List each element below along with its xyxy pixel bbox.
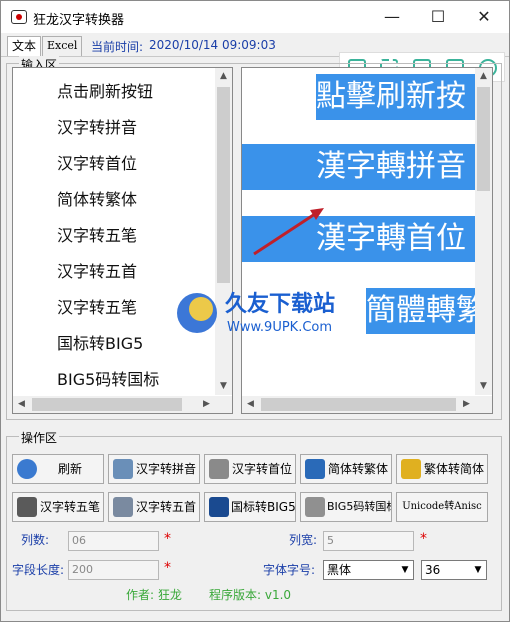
hanzi-to-wubi-button[interactable]: 汉字转五笔 (12, 492, 104, 522)
watermark-graphic: 久友下载站 Www.9UPK.Com (177, 291, 335, 335)
font-size-value: 36 (425, 563, 441, 577)
wubi-initial-icon (113, 497, 133, 517)
input-listbox[interactable]: 点击刷新按钮 汉字转拼音 汉字转首位 简体转繁体 汉字转五笔 汉字转五首 汉字转… (12, 67, 233, 414)
input-hscrollbar[interactable]: ◀ ▶ (13, 396, 232, 413)
minimize-icon[interactable]: — (369, 1, 415, 33)
refresh-icon (17, 459, 37, 479)
list-item[interactable]: 简体转繁体 (57, 186, 137, 210)
list-item[interactable]: BIG5码转国标 (57, 366, 159, 390)
font-size-select[interactable]: 36 ▼ (421, 560, 487, 580)
list-item[interactable]: 点击刷新按钮 (57, 78, 153, 102)
scroll-right-icon[interactable]: ▶ (198, 396, 215, 413)
tab-excel[interactable]: Excel (42, 36, 83, 56)
scroll-thumb[interactable] (217, 87, 230, 283)
col-width-label: 列宽: (289, 533, 318, 547)
big5-to-gb-button[interactable]: BIG5码转国标 (300, 492, 392, 522)
svg-text:久友下载站: 久友下载站 (225, 291, 335, 317)
document-icon (305, 459, 325, 479)
scroll-down-icon[interactable]: ▼ (475, 378, 492, 395)
scroll-thumb[interactable] (32, 398, 182, 411)
refresh-button[interactable]: 刷新 (12, 454, 104, 484)
preview-hscrollbar[interactable]: ◀ ▶ (242, 396, 492, 413)
big5-icon (305, 497, 325, 517)
tab-text[interactable]: 文本 (7, 36, 42, 56)
scroll-left-icon[interactable]: ◀ (13, 396, 30, 413)
required-mark: * (164, 531, 171, 547)
columns-field[interactable]: 06 (68, 531, 159, 551)
preview-vscrollbar[interactable]: ▲ ▼ (475, 68, 492, 395)
preview-line: 點擊刷新按 (316, 74, 476, 120)
wubi-icon (17, 497, 37, 517)
columns-label: 列数: (21, 533, 50, 547)
svg-text:Www.9UPK.Com: Www.9UPK.Com (227, 320, 332, 335)
scroll-thumb[interactable] (261, 398, 456, 411)
scroll-down-icon[interactable]: ▼ (215, 378, 232, 395)
pinyin-icon (113, 459, 133, 479)
field-length-field[interactable]: 200 (68, 560, 159, 580)
window-title: 狂龙汉字转换器 (33, 13, 125, 28)
output-preview[interactable]: 點擊刷新按 漢字轉拼音 漢字轉首位 簡體轉繁體 ▲ ▼ ◀ ▶ (241, 67, 493, 414)
list-item[interactable]: 汉字转五首 (57, 258, 137, 282)
close-icon[interactable]: ✕ (461, 1, 507, 33)
version-text: 程序版本: v1.0 (209, 588, 292, 602)
scroll-left-icon[interactable]: ◀ (242, 396, 259, 413)
hanzi-to-initial-button[interactable]: 汉字转首位 (204, 454, 296, 484)
simp-to-trad-button[interactable]: 简体转繁体 (300, 454, 392, 484)
input-vscrollbar[interactable]: ▲ ▼ (215, 68, 232, 395)
trad-to-simp-button[interactable]: 繁体转简体 (396, 454, 488, 484)
chevron-down-icon[interactable]: ▼ (470, 561, 486, 579)
ops-group-label: 操作区 (19, 429, 60, 446)
app-window: 狂龙汉字转换器 — ☐ ✕ 文本 Excel 当前时间: 2020/10/14 … (0, 0, 510, 622)
title-bar: 狂龙汉字转换器 — ☐ ✕ (1, 1, 509, 33)
field-length-label: 字段长度: (12, 563, 65, 577)
list-item[interactable]: 汉字转首位 (57, 150, 137, 174)
hanzi-to-wubi-initial-button[interactable]: 汉字转五首 (108, 492, 200, 522)
col-width-field[interactable]: 5 (323, 531, 414, 551)
list-item[interactable]: 汉字转拼音 (57, 114, 137, 138)
scroll-right-icon[interactable]: ▶ (458, 396, 475, 413)
font-name-select[interactable]: 黑体 ▼ (323, 560, 414, 580)
annotation-arrow (253, 208, 324, 256)
initial-icon (209, 459, 229, 479)
maximize-icon[interactable]: ☐ (415, 1, 461, 33)
preview-line: 漢字轉拼音 (242, 144, 476, 190)
list-item[interactable]: 国标转BIG5 (57, 330, 143, 354)
preview-line: 簡體轉繁體 (366, 288, 492, 334)
author-text: 作者: 狂龙 (126, 588, 182, 602)
chevron-down-icon[interactable]: ▼ (397, 561, 413, 579)
scroll-up-icon[interactable]: ▲ (475, 68, 492, 85)
gb-to-big5-button[interactable]: 国标转BIG5 (204, 492, 296, 522)
watermark-logo: 久友下载站 Www.9UPK.Com (171, 283, 371, 343)
list-item[interactable]: 汉字转五笔 (57, 294, 137, 318)
required-mark: * (420, 531, 427, 547)
font-label: 字体字号: (263, 563, 316, 577)
scroll-thumb[interactable] (477, 87, 490, 191)
time-value: 2020/10/14 09:09:03 (149, 38, 276, 52)
hanzi-to-pinyin-button[interactable]: 汉字转拼音 (108, 454, 200, 484)
time-label: 当前时间: (91, 40, 144, 54)
font-name-value: 黑体 (327, 563, 352, 577)
folder-icon (401, 459, 421, 479)
list-item[interactable]: 汉字转五笔 (57, 222, 137, 246)
required-mark: * (164, 560, 171, 576)
scroll-up-icon[interactable]: ▲ (215, 68, 232, 85)
unicode-to-ansi-button[interactable]: Unicode转Anisc (396, 492, 488, 522)
app-icon (11, 10, 27, 24)
convert-icon (209, 497, 229, 517)
